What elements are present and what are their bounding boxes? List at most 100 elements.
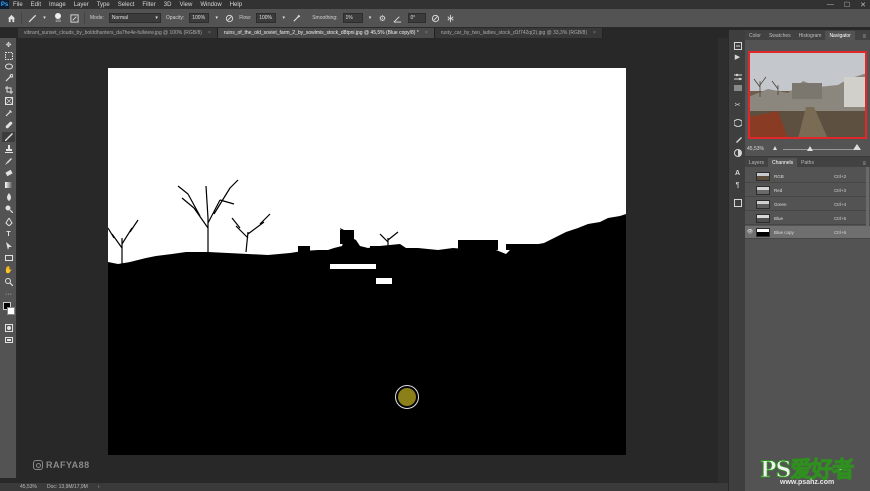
menu-window[interactable]: Window (196, 2, 225, 8)
airbrush-icon[interactable] (291, 13, 301, 23)
symmetry-icon[interactable] (446, 13, 456, 23)
menu-edit[interactable]: Edit (27, 2, 45, 8)
gear-icon[interactable]: ⚙ (378, 13, 388, 23)
color-swatches[interactable] (2, 300, 15, 318)
close-icon[interactable]: × (208, 30, 211, 36)
opacity-input[interactable]: 100% (189, 13, 210, 23)
marquee-tool-icon[interactable] (2, 51, 15, 61)
menu-filter[interactable]: Filter (138, 2, 159, 8)
paragraph-panel-icon[interactable]: ¶ (732, 180, 743, 190)
channel-row-rgb[interactable]: RGB Ctrl+2 (745, 170, 870, 183)
menu-select[interactable]: Select (114, 2, 139, 8)
channel-row-red[interactable]: Red Ctrl+3 (745, 184, 870, 197)
brush-tool-icon[interactable] (2, 132, 15, 142)
zoom-slider[interactable] (783, 149, 853, 150)
move-tool-icon[interactable]: ✥ (2, 40, 15, 50)
tab-layers[interactable]: Layers (745, 158, 768, 167)
tab-channels[interactable]: Channels (768, 158, 798, 167)
actions-panel-icon[interactable]: ▶ (732, 52, 743, 62)
blur-tool-icon[interactable] (2, 192, 15, 202)
gradient-tool-icon[interactable] (2, 180, 15, 190)
brush-settings-panel-icon[interactable] (732, 136, 743, 146)
chevron-down-icon[interactable]: ▾ (368, 13, 373, 23)
adjustments-panel-icon[interactable] (732, 72, 743, 82)
healing-brush-tool-icon[interactable] (2, 120, 15, 130)
3d-panel-icon[interactable] (732, 118, 743, 128)
more-tools-icon[interactable]: ··· (2, 289, 15, 299)
quick-mask-icon[interactable] (2, 323, 15, 333)
tools-panel-icon[interactable]: ✂ (732, 100, 743, 110)
glyphs-panel-icon[interactable] (732, 198, 743, 208)
pressure-opacity-icon[interactable] (224, 13, 234, 23)
angle-input[interactable]: 0° (407, 13, 426, 23)
smoothing-input[interactable]: 1% (342, 13, 363, 23)
rectangle-tool-icon[interactable] (2, 253, 15, 263)
chevron-down-icon[interactable]: ▾ (281, 13, 286, 23)
hand-tool-icon[interactable]: ✋ (2, 265, 15, 275)
character-panel-icon[interactable]: A (732, 168, 743, 178)
menu-3d[interactable]: 3D (160, 2, 176, 8)
close-button[interactable]: ✕ (860, 1, 866, 9)
brush-settings-icon[interactable] (69, 13, 79, 23)
close-icon[interactable]: × (425, 30, 428, 36)
background-color-swatch[interactable] (6, 307, 15, 315)
menu-file[interactable]: File (9, 2, 27, 8)
panel-menu-icon[interactable]: ≡ (862, 34, 870, 40)
brush-tool-icon[interactable] (27, 13, 37, 23)
zoom-in-icon[interactable] (853, 144, 861, 150)
dodge-tool-icon[interactable] (2, 204, 15, 214)
minimize-button[interactable]: — (827, 1, 834, 8)
menu-image[interactable]: Image (45, 2, 70, 8)
eye-icon[interactable]: 👁 (745, 229, 755, 235)
path-selection-tool-icon[interactable] (2, 241, 15, 251)
styles-panel-icon[interactable] (732, 148, 743, 158)
vertical-scrollbar[interactable] (718, 38, 728, 483)
brush-preset-icon[interactable]: 100 (52, 13, 64, 23)
pen-tool-icon[interactable] (2, 217, 15, 227)
tab-color[interactable]: Color (745, 31, 765, 40)
frame-tool-icon[interactable] (2, 96, 15, 106)
status-zoom[interactable]: 45,53% (20, 484, 37, 490)
menu-type[interactable]: Type (93, 2, 114, 8)
tab-swatches[interactable]: Swatches (765, 31, 795, 40)
status-menu-arrow[interactable]: › (98, 484, 100, 490)
tab-paths[interactable]: Paths (797, 158, 818, 167)
tab-navigator[interactable]: Navigator (825, 31, 855, 40)
menu-view[interactable]: View (175, 2, 196, 8)
history-panel-icon[interactable] (732, 41, 743, 51)
channel-row-green[interactable]: Green Ctrl+4 (745, 198, 870, 211)
eyedropper-tool-icon[interactable] (2, 108, 15, 118)
history-brush-tool-icon[interactable] (2, 156, 15, 166)
crop-tool-icon[interactable] (2, 85, 15, 95)
flow-input[interactable]: 100% (256, 13, 277, 23)
chevron-down-icon[interactable]: ▾ (214, 13, 219, 23)
channel-row-blue[interactable]: Blue Ctrl+5 (745, 212, 870, 225)
clone-stamp-tool-icon[interactable] (2, 144, 15, 154)
pressure-size-icon[interactable] (431, 13, 441, 23)
canvas-blue-copy-channel[interactable] (108, 68, 626, 455)
maximize-button[interactable]: ☐ (844, 1, 850, 9)
tab-histogram[interactable]: Histogram (795, 31, 826, 40)
tab-document-3[interactable]: rusty_car_by_two_ladies_stock_d1f742q(2)… (434, 28, 603, 38)
tab-document-2[interactable]: ruins_of_the_old_soviet_farm_2_by_sowlmi… (217, 28, 435, 38)
channel-row-blue-copy[interactable]: 👁 Blue copy Ctrl+6 (745, 226, 870, 239)
navigator-view-box[interactable] (748, 51, 867, 139)
eraser-tool-icon[interactable] (2, 168, 15, 178)
properties-panel-icon[interactable] (732, 83, 743, 93)
tab-document-1[interactable]: vibrant_sunset_clouds_by_bolddhunters_da… (18, 28, 218, 38)
chevron-down-icon[interactable]: ▾ (42, 13, 47, 23)
screen-mode-icon[interactable] (2, 335, 15, 345)
navigator-zoom-value[interactable]: 45,53% (747, 146, 764, 152)
home-icon[interactable] (6, 13, 16, 23)
close-icon[interactable]: × (593, 30, 596, 36)
zoom-out-icon[interactable] (773, 146, 777, 150)
lasso-tool-icon[interactable] (2, 62, 15, 72)
panel-scrollbar[interactable] (866, 167, 869, 227)
navigator-thumbnail[interactable] (748, 51, 867, 139)
type-tool-icon[interactable]: T (2, 229, 15, 239)
zoom-tool-icon[interactable] (2, 277, 15, 287)
zoom-slider-handle[interactable] (807, 146, 813, 151)
mode-select[interactable]: Normal ▾ (108, 13, 161, 23)
menu-layer[interactable]: Layer (70, 2, 93, 8)
menu-help[interactable]: Help (226, 2, 246, 8)
